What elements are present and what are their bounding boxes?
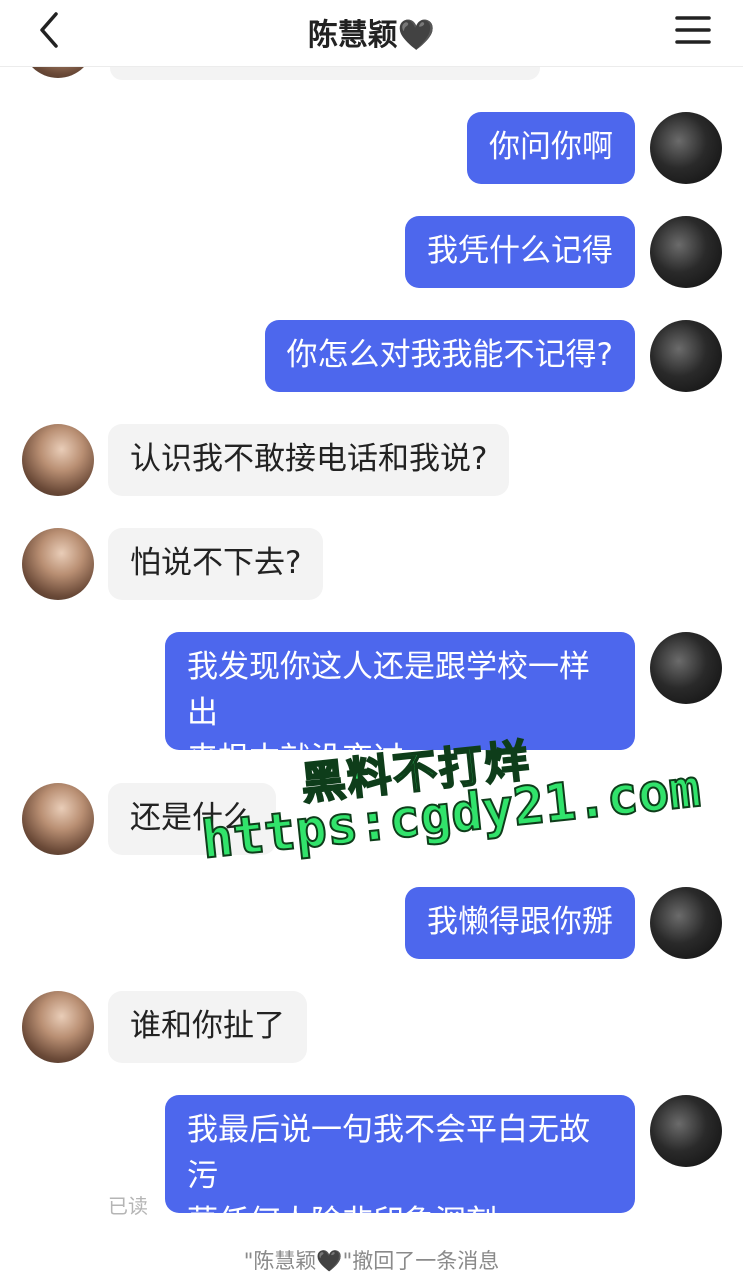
my-avatar[interactable] (650, 320, 722, 392)
message-bubble-sent[interactable]: 你怎么对我我能不记得? (264, 320, 635, 392)
contact-name: 陈慧颖 (307, 18, 398, 53)
message-bubble-received[interactable]: 怕说不下去? (108, 528, 324, 600)
contact-avatar[interactable] (22, 528, 94, 600)
message-bubble-received[interactable]: 谁和你扯了 (108, 991, 307, 1063)
message-line: 我最后说一句我不会平白无故污 (187, 1112, 590, 1194)
chat-title: 陈慧颖🖤 (0, 10, 743, 54)
my-avatar[interactable] (650, 216, 722, 288)
chat-header: 陈慧颖🖤 (0, 0, 743, 67)
my-avatar[interactable] (650, 112, 722, 184)
message-bubble-sent[interactable]: 我懒得跟你掰 (405, 887, 635, 959)
my-avatar[interactable] (650, 887, 722, 959)
my-avatar[interactable] (650, 632, 722, 704)
recall-notice: "陈慧颖🖤"撤回了一条消息 (243, 1249, 500, 1273)
chat-area[interactable]: 你问你啊 我凭什么记得 你怎么对我我能不记得? 认识我不敢接电话和我说? 怕说不… (0, 0, 743, 1280)
black-heart-icon: 🖤 (397, 18, 436, 53)
message-bubble-sent[interactable]: 你问你啊 (467, 112, 635, 184)
read-status: 已读 (108, 1194, 148, 1218)
contact-avatar[interactable] (22, 783, 94, 855)
message-line: 蔑任何人除非印象深刻 (187, 1204, 497, 1240)
my-avatar[interactable] (650, 1095, 722, 1167)
hamburger-menu-icon (675, 16, 711, 44)
message-bubble-sent[interactable]: 我最后说一句我不会平白无故污 蔑任何人除非印象深刻 (165, 1095, 635, 1240)
menu-button[interactable] (671, 8, 715, 52)
message-bubble-received[interactable]: 认识我不敢接电话和我说? (108, 424, 510, 496)
contact-avatar[interactable] (22, 991, 94, 1063)
contact-avatar[interactable] (22, 424, 94, 496)
message-bubble-sent[interactable]: 我凭什么记得 (405, 216, 635, 288)
